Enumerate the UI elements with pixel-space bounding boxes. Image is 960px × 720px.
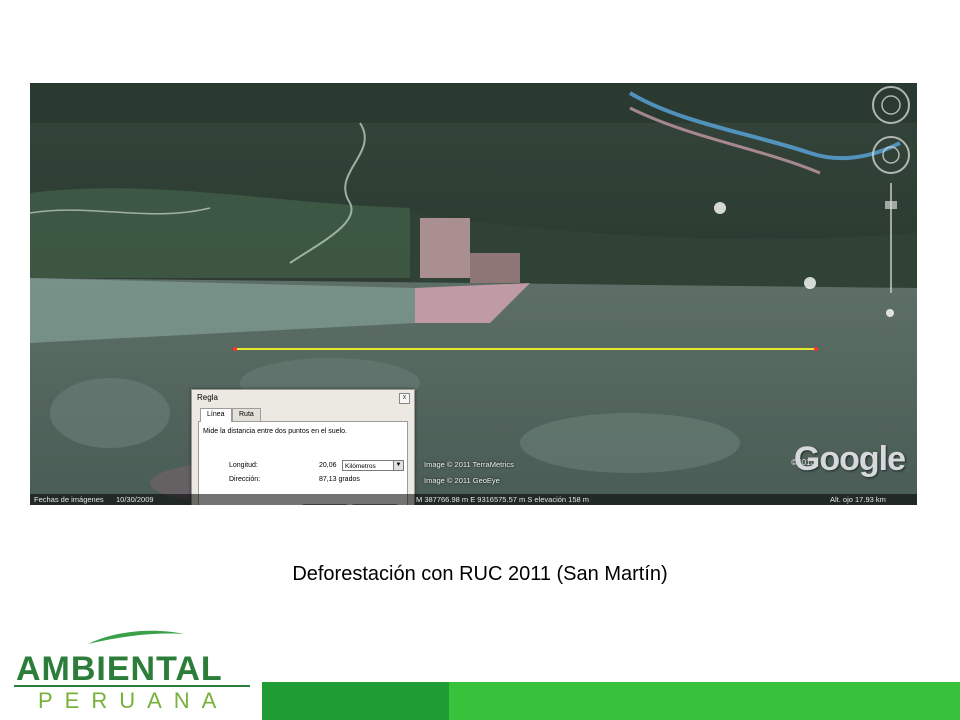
coordinates-readout: M 387766.98 m E 9316575.57 m S elevación… bbox=[416, 495, 590, 504]
ruler-end-point[interactable] bbox=[814, 347, 818, 351]
direction-label: Dirección: bbox=[229, 476, 261, 483]
move-joystick-icon bbox=[872, 136, 910, 174]
logo-word-peruana: PERUANA bbox=[38, 688, 229, 713]
direction-value: 87,13 grados bbox=[319, 476, 360, 483]
ruler-panel: Mide la distancia entre dos puntos en el… bbox=[198, 421, 408, 505]
imagery-dates-label: Fechas de imágenes bbox=[34, 495, 104, 504]
footer-band-light bbox=[449, 682, 960, 720]
terrametrics-credit: Image © 2011 TerraMetrics bbox=[424, 460, 514, 469]
navigation-controls[interactable] bbox=[869, 83, 913, 303]
slide-caption: Deforestación con RUC 2011 (San Martín) bbox=[292, 563, 668, 585]
footer-band-dark bbox=[262, 682, 449, 720]
unit-select[interactable]: Kilómetros ▼ bbox=[342, 460, 404, 471]
tab-linea[interactable]: Línea bbox=[200, 408, 232, 422]
ambiental-peruana-logo: AMBIENTAL PERUANA bbox=[14, 628, 254, 714]
ruler-description: Mide la distancia entre dos puntos en el… bbox=[203, 428, 347, 435]
length-label: Longitud: bbox=[229, 462, 258, 469]
leaf-swoosh-icon bbox=[88, 630, 184, 644]
terrain-imagery bbox=[30, 83, 917, 505]
look-compass-icon bbox=[872, 86, 910, 124]
unit-select-value: Kilómetros bbox=[345, 463, 376, 470]
geoeye-credit: Image © 2011 GeoEye bbox=[424, 476, 500, 485]
map-status-bar: Fechas de imágenes 10/30/2009 M 387766.9… bbox=[30, 494, 917, 505]
satellite-map-view[interactable]: Regla x Línea Ruta Mide la distancia ent… bbox=[30, 83, 917, 505]
ruler-dialog[interactable]: Regla x Línea Ruta Mide la distancia ent… bbox=[191, 389, 415, 505]
ruler-start-point[interactable] bbox=[233, 347, 237, 351]
imagery-dates-value: 10/30/2009 bbox=[116, 495, 154, 504]
logo-word-ambiental: AMBIENTAL bbox=[16, 650, 223, 688]
dialog-title: Regla bbox=[197, 393, 218, 402]
logo-divider bbox=[14, 685, 250, 687]
length-value: 20,06 bbox=[319, 462, 337, 469]
tab-ruta[interactable]: Ruta bbox=[232, 408, 261, 421]
google-logo: Google bbox=[793, 440, 906, 478]
eye-altitude-readout: Alt. ojo 17.93 km bbox=[830, 495, 886, 504]
close-icon[interactable]: x bbox=[399, 393, 410, 404]
chevron-down-icon[interactable]: ▼ bbox=[393, 461, 403, 470]
